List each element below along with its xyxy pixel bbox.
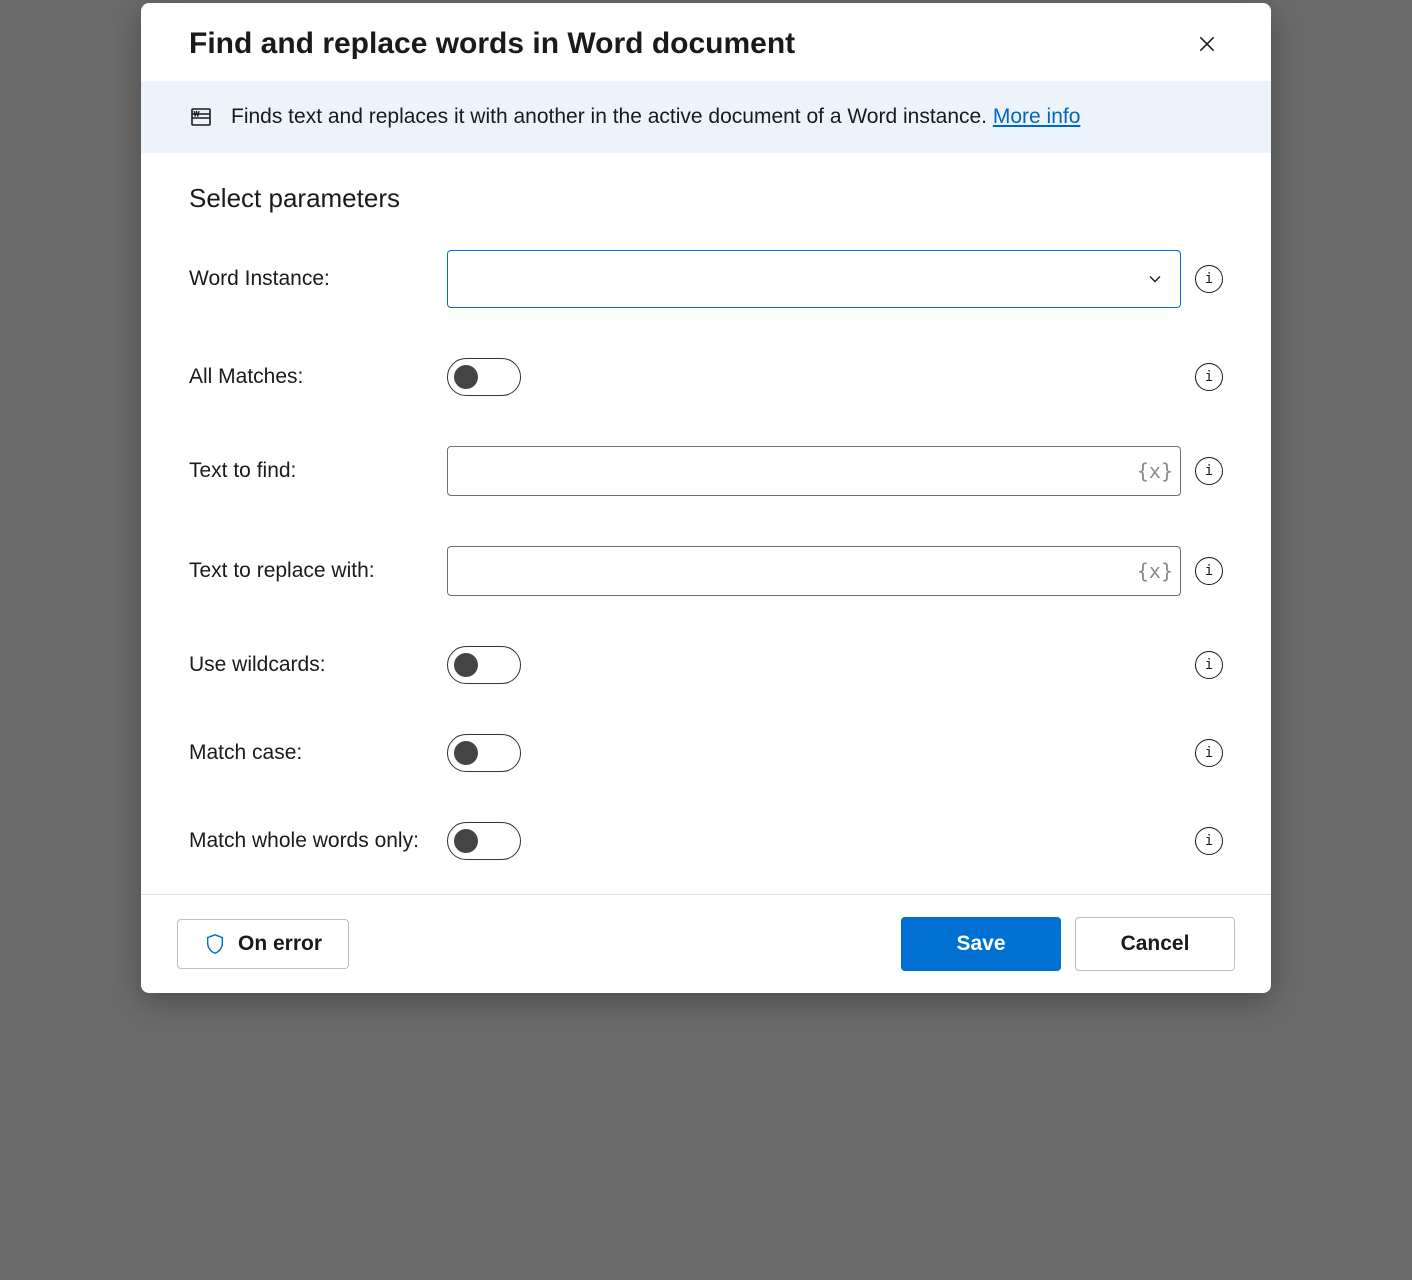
- shield-icon: [204, 933, 226, 955]
- close-icon: [1197, 34, 1217, 54]
- dialog-title: Find and replace words in Word document: [189, 27, 795, 61]
- banner-description: Finds text and replaces it with another …: [231, 105, 993, 128]
- label-use-wildcards: Use wildcards:: [189, 653, 447, 677]
- label-word-instance: Word Instance:: [189, 267, 447, 291]
- label-text-find: Text to find:: [189, 459, 447, 483]
- cancel-button[interactable]: Cancel: [1075, 917, 1235, 971]
- row-text-replace: Text to replace with: {x} i: [189, 546, 1223, 596]
- dialog-content: Select parameters Word Instance: i All M…: [141, 153, 1271, 894]
- text-replace-input[interactable]: [447, 546, 1181, 596]
- info-icon-match-case[interactable]: i: [1195, 739, 1223, 767]
- info-icon-match-whole[interactable]: i: [1195, 827, 1223, 855]
- row-all-matches: All Matches: i: [189, 358, 1223, 396]
- row-text-find: Text to find: {x} i: [189, 446, 1223, 496]
- variable-picker-replace[interactable]: {x}: [1137, 559, 1173, 583]
- word-instance-input[interactable]: [447, 250, 1181, 308]
- toggle-knob: [454, 365, 478, 389]
- dialog-footer: On error Save Cancel: [141, 894, 1271, 993]
- info-icon-text-find[interactable]: i: [1195, 457, 1223, 485]
- on-error-label: On error: [238, 932, 322, 956]
- variable-picker-find[interactable]: {x}: [1137, 459, 1173, 483]
- section-title: Select parameters: [189, 183, 1223, 214]
- banner-text: Finds text and replaces it with another …: [231, 105, 1080, 129]
- toggle-knob: [454, 829, 478, 853]
- text-find-input[interactable]: [447, 446, 1181, 496]
- label-all-matches: All Matches:: [189, 365, 447, 389]
- row-word-instance: Word Instance: i: [189, 250, 1223, 308]
- label-match-case: Match case:: [189, 741, 447, 765]
- dialog-header: Find and replace words in Word document: [141, 3, 1271, 81]
- save-button[interactable]: Save: [901, 917, 1061, 971]
- on-error-button[interactable]: On error: [177, 919, 349, 969]
- info-banner: Finds text and replaces it with another …: [141, 81, 1271, 153]
- toggle-knob: [454, 653, 478, 677]
- toggle-all-matches[interactable]: [447, 358, 521, 396]
- toggle-match-whole[interactable]: [447, 822, 521, 860]
- row-use-wildcards: Use wildcards: i: [189, 646, 1223, 684]
- dialog: Find and replace words in Word document …: [141, 3, 1271, 993]
- toggle-use-wildcards[interactable]: [447, 646, 521, 684]
- close-button[interactable]: [1191, 28, 1223, 60]
- info-icon-text-replace[interactable]: i: [1195, 557, 1223, 585]
- info-icon-word-instance[interactable]: i: [1195, 265, 1223, 293]
- footer-buttons: Save Cancel: [901, 917, 1235, 971]
- toggle-match-case[interactable]: [447, 734, 521, 772]
- toggle-knob: [454, 741, 478, 765]
- info-icon-use-wildcards[interactable]: i: [1195, 651, 1223, 679]
- info-icon-all-matches[interactable]: i: [1195, 363, 1223, 391]
- label-match-whole: Match whole words only:: [189, 829, 447, 853]
- row-match-whole: Match whole words only: i: [189, 822, 1223, 860]
- more-info-link[interactable]: More info: [993, 105, 1081, 128]
- word-icon: [189, 105, 213, 129]
- label-text-replace: Text to replace with:: [189, 559, 447, 583]
- word-instance-select[interactable]: [447, 250, 1181, 308]
- row-match-case: Match case: i: [189, 734, 1223, 772]
